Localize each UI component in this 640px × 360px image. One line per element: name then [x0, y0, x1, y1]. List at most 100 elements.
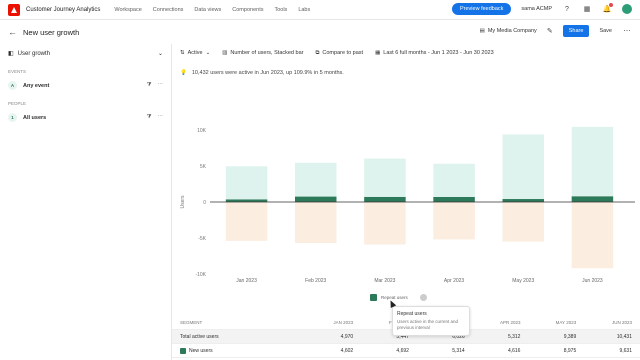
y-tick-label: -10K: [195, 272, 206, 278]
top-right-tools: Preview feedback sama ACMP ? ▦ 🔔: [452, 3, 632, 15]
nav-components[interactable]: Components: [232, 7, 263, 13]
table-cell: 9,631: [619, 347, 632, 354]
legend-label-repeat[interactable]: Repeat users: [381, 295, 408, 300]
bar-dormant-users: [364, 202, 406, 245]
table-cell: 4,616: [507, 347, 521, 354]
table-cell: 4,692: [396, 347, 409, 354]
table-cell: 4,970: [340, 333, 354, 340]
chevron-down-icon[interactable]: ⌄: [158, 50, 163, 57]
nav-workspace[interactable]: Workspace: [114, 7, 141, 13]
more-icon[interactable]: ⋯: [158, 114, 164, 121]
people-selector[interactable]: 1 All users ⧩ ⋯: [0, 108, 171, 127]
chart-legend: Repeat users: [370, 294, 427, 301]
event-value: Any event: [23, 82, 50, 89]
legend-swatch-repeat[interactable]: [370, 294, 377, 301]
share-button[interactable]: Share: [562, 25, 590, 37]
page-title: New user growth: [23, 27, 80, 37]
bar-new-users: [295, 162, 337, 197]
insight-banner: 💡 10,432 users were active in Jun 2023, …: [180, 70, 344, 76]
back-arrow-icon[interactable]: ←: [8, 27, 17, 37]
bar-new-users: [571, 126, 614, 197]
bar-new-users: [364, 158, 406, 197]
table-cell: 5,312: [507, 333, 521, 340]
nav-connections[interactable]: Connections: [153, 7, 184, 13]
event-selector[interactable]: A Any event ⧩ ⋯: [0, 76, 171, 95]
panel-menu-icon: ◧: [8, 51, 14, 57]
user-growth-chart: 10K 5K 0 -5K -10K Users Jan 2023 Feb 2023 Mar 20…: [180, 126, 635, 284]
table-cell: 5,314: [452, 347, 465, 354]
compare-label: Compare to past: [322, 50, 364, 56]
bar-new-users: [433, 163, 475, 197]
bar-repeat-users: [571, 196, 614, 202]
metric-label: Active: [187, 50, 203, 56]
y-tick-label: 10K: [197, 128, 207, 134]
bar-repeat-users: [364, 196, 406, 202]
y-tick-label: -5K: [198, 236, 206, 242]
help-icon[interactable]: ?: [562, 4, 572, 14]
x-tick-label: Jan 2023: [236, 278, 257, 284]
filter-icon[interactable]: ⧩: [147, 114, 152, 121]
lightbulb-icon: 💡: [180, 70, 187, 76]
row-label-wrap: New users: [180, 347, 297, 354]
bar-repeat-users: [502, 199, 544, 202]
y-tick-label: 0: [203, 200, 206, 206]
top-nav-bar: Customer Journey Analytics Workspace Con…: [0, 0, 640, 20]
header-segment[interactable]: SEGMENT: [180, 320, 297, 325]
x-tick-label: Apr 2023: [444, 278, 465, 284]
header-col[interactable]: MAY 2023: [520, 320, 577, 325]
tooltip-desc: Users active in the current and previous…: [397, 319, 459, 330]
edit-pencil-icon[interactable]: ✎: [545, 26, 555, 36]
preview-feedback-button[interactable]: Preview feedback: [452, 3, 512, 15]
row-label: Total active users: [180, 333, 219, 340]
table-row[interactable]: New users 4,602 4,692 5,314 4,616 8,975 …: [172, 344, 640, 358]
people-value: All users: [23, 114, 47, 121]
header-col[interactable]: JUN 2023: [576, 320, 632, 325]
chart-toolbar: ⇅ Active ⌄ ▥ Number of users, Stacked ba…: [172, 44, 640, 62]
company-selector[interactable]: ▤ My Media Company: [480, 28, 537, 34]
x-tick-label: May 2023: [512, 278, 534, 284]
x-tick-label: Mar 2023: [374, 278, 395, 284]
company-icon: ▤: [479, 28, 485, 34]
panel-header[interactable]: ◧ User growth ⌄: [0, 44, 171, 63]
metric-selector[interactable]: ⇅ Active ⌄: [180, 50, 210, 56]
tooltip: Repeat users Users active in the current…: [392, 306, 470, 336]
nav-tools[interactable]: Tools: [274, 7, 287, 13]
left-panel: ◧ User growth ⌄ EVENTS A Any event ⧩ ⋯ P…: [0, 44, 172, 360]
title-bar: ← New user growth ▤ My Media Company ✎ S…: [0, 20, 640, 44]
filter-icon[interactable]: ⧩: [147, 82, 152, 89]
adobe-logo-icon[interactable]: [8, 3, 20, 16]
bell-icon[interactable]: 🔔: [602, 3, 613, 14]
more-icon[interactable]: ⋯: [622, 26, 632, 36]
segment-swatch: [180, 347, 186, 354]
table-cell: 9,389: [563, 333, 577, 340]
apps-grid-icon[interactable]: ▦: [582, 4, 592, 14]
org-switcher[interactable]: sama ACMP: [521, 6, 552, 12]
save-button[interactable]: Save: [597, 25, 614, 37]
compare-icon: ⧉: [315, 49, 320, 56]
nav-labs[interactable]: Labs: [298, 7, 310, 13]
compare-toggle[interactable]: ⧉ Compare to past: [315, 50, 363, 57]
bar-dormant-users: [225, 202, 268, 241]
calendar-icon: ▦: [375, 50, 381, 56]
bar-repeat-users: [433, 196, 475, 202]
bar-dormant-users: [433, 202, 475, 240]
bar-dormant-users: [502, 202, 544, 242]
tooltip-title: Repeat users: [397, 311, 427, 317]
nav-data-views[interactable]: Data views: [194, 7, 221, 13]
events-label: EVENTS: [8, 69, 27, 74]
bar-repeat-users: [295, 196, 337, 202]
main-nav: Workspace Connections Data views Compone…: [114, 7, 310, 13]
header-col[interactable]: APR 2023: [465, 320, 521, 325]
viz-selector[interactable]: ▥ Number of users, Stacked bar: [222, 50, 303, 56]
table-cell: 4,602: [340, 347, 354, 354]
title-actions: ▤ My Media Company ✎ Share Save ⋯: [480, 25, 632, 37]
bar-new-users: [502, 134, 544, 200]
more-icon[interactable]: ⋯: [158, 82, 164, 89]
avatar[interactable]: [622, 4, 632, 14]
insight-text: 10,432 users were active in Jun 2023, up…: [191, 70, 344, 76]
header-col[interactable]: JAN 2023: [297, 320, 353, 325]
y-axis-label: Users: [180, 195, 186, 209]
app-title[interactable]: Customer Journey Analytics: [26, 7, 100, 13]
legend-swatch-other[interactable]: [419, 294, 427, 301]
date-range-selector[interactable]: ▦ Last 6 full months - Jun 1 2023 - Jun …: [375, 50, 494, 56]
